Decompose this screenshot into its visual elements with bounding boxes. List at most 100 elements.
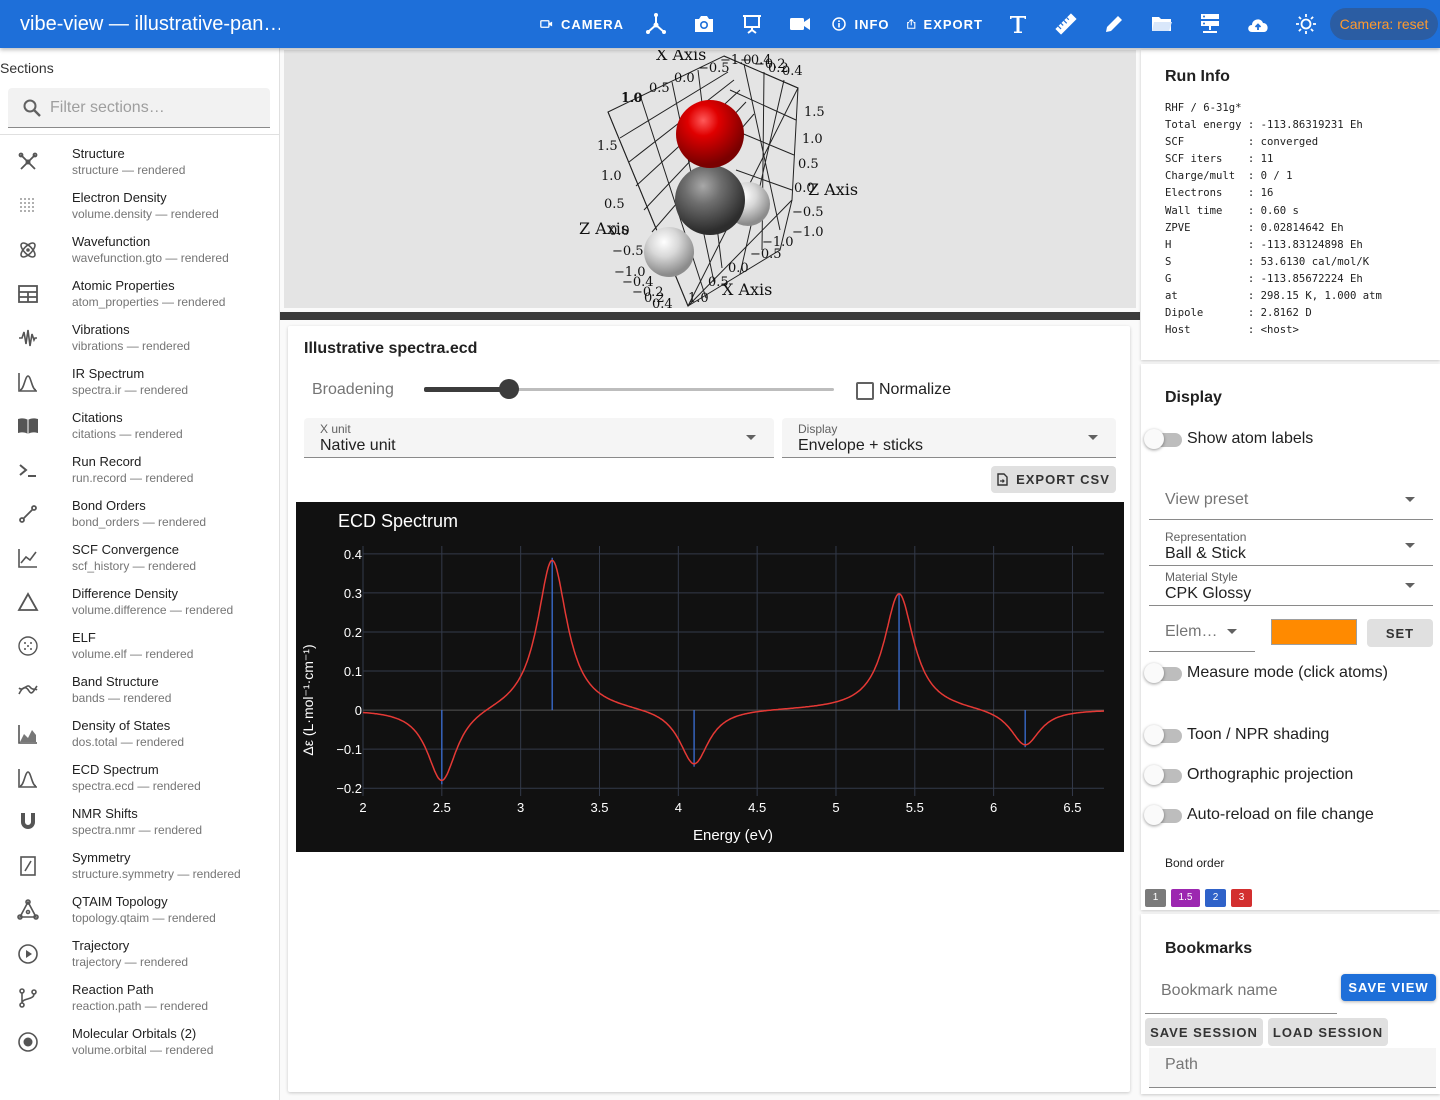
measure-mode-toggle[interactable] (1144, 663, 1182, 683)
sidebar-item-difference-density[interactable]: Difference Density volume.difference — re… (0, 582, 279, 626)
show-atom-labels-label[interactable]: Show atom labels (1187, 430, 1313, 448)
sidebar-item-reaction-path[interactable]: Reaction Path reaction.path — rendered (0, 978, 279, 1022)
carbon-atom[interactable] (675, 165, 745, 235)
export-csv-button[interactable]: EXPORT CSV (991, 466, 1116, 493)
broadening-slider-thumb[interactable] (499, 379, 519, 399)
element-color-swatch[interactable] (1271, 619, 1357, 645)
sidebar-item-trajectory[interactable]: Trajectory trajectory — rendered (0, 934, 279, 978)
svg-text:0.5: 0.5 (604, 197, 625, 212)
info-button[interactable]: INFO (832, 0, 890, 48)
material-style-select[interactable]: Material Style CPK Glossy (1149, 566, 1433, 606)
sidebar-item-label: IR Spectrum (72, 366, 145, 381)
videocam-icon (790, 18, 810, 30)
camera-reset-chip[interactable]: Camera: reset (1330, 8, 1438, 40)
sidebar-item-band-structure[interactable]: Band Structure bands — rendered (0, 670, 279, 714)
sidebar-item-qtaim-topology[interactable]: QTAIM Topology topology.qtaim — rendered (0, 890, 279, 934)
record-button[interactable] (786, 0, 814, 48)
pencil-button[interactable] (1100, 0, 1128, 48)
sidebar-item-molecular-orbitals-2[interactable]: Molecular Orbitals (2) volume.orbital — r… (0, 1022, 279, 1066)
sidebar-item-label: NMR Shifts (72, 806, 138, 821)
view-preset-select[interactable]: View preset (1149, 480, 1433, 520)
sidebar-item-ecd-spectrum[interactable]: ECD Spectrum spectra.ecd — rendered (0, 758, 279, 802)
x-unit-select[interactable]: X unit Native unit (304, 418, 774, 458)
ruler-icon (1055, 13, 1077, 35)
text-button[interactable] (1004, 0, 1032, 48)
representation-value: Ball & Stick (1165, 545, 1246, 562)
sidebar-item-bond-orders[interactable]: Bond Orders bond_orders — rendered (0, 494, 279, 538)
section-filter[interactable] (8, 88, 270, 128)
material-style-caption: Material Style (1165, 570, 1238, 584)
sidebar-item-nmr-shifts[interactable]: NMR Shifts spectra.nmr — rendered (0, 802, 279, 846)
sidebar-item-density-of-states[interactable]: Density of States dos.total — rendered (0, 714, 279, 758)
ecd-chart[interactable]: ECD Spectrum Energy (eV) Δε (L·mol⁻¹·cm⁻… (296, 502, 1124, 852)
sidebar-item-label: Molecular Orbitals (2) (72, 1026, 197, 1041)
molecule-viewer[interactable]: X Axis Z Axis Z Axis X Axis 1.0 1.5 1.0 … (284, 50, 1136, 308)
sidebar-item-ir-spectrum[interactable]: IR Spectrum spectra.ir — rendered (0, 362, 279, 406)
save-session-button[interactable]: SAVE SESSION (1145, 1018, 1263, 1046)
theme-button[interactable] (1292, 0, 1320, 48)
viewer-resize-bar[interactable] (280, 312, 1140, 320)
open-folder-button[interactable] (1148, 0, 1176, 48)
axes-button[interactable] (642, 0, 670, 48)
sidebar-item-scf-convergence[interactable]: SCF Convergence scf_history — rendered (0, 538, 279, 582)
oxygen-atom[interactable] (676, 100, 744, 168)
auto-reload-toggle[interactable] (1144, 805, 1182, 825)
show-atom-labels-toggle[interactable] (1144, 429, 1182, 449)
run-info-line: H : -113.83124898 Eh (1165, 238, 1363, 251)
toon-shading-label[interactable]: Toon / NPR shading (1187, 726, 1329, 744)
svg-text:−0.5: −0.5 (698, 61, 730, 76)
ruler-button[interactable] (1052, 0, 1080, 48)
cloud-upload-button[interactable] (1244, 0, 1272, 48)
bond-order-chip-1-5[interactable]: 1.5 (1171, 889, 1200, 907)
measure-mode-label[interactable]: Measure mode (click atoms) (1187, 664, 1388, 682)
sidebar-item-wavefunction[interactable]: Wavefunction wavefunction.gto — rendered (0, 230, 279, 274)
screenshot-button[interactable] (690, 0, 718, 48)
bond-order-chip-1[interactable]: 1 (1145, 889, 1166, 907)
bond-order-chip-2[interactable]: 2 (1205, 889, 1226, 907)
text-icon (1010, 16, 1026, 33)
sidebar-item-symmetry[interactable]: Symmetry structure.symmetry — rendered (0, 846, 279, 890)
display-mode-select[interactable]: Display Envelope + sticks (782, 418, 1116, 458)
auto-reload-label[interactable]: Auto-reload on file change (1187, 806, 1374, 824)
section-filter-input[interactable] (50, 96, 260, 120)
video-camera-icon (540, 20, 553, 28)
sidebar-item-vibrations[interactable]: Vibrations vibrations — rendered (0, 318, 279, 362)
session-path-input[interactable] (1165, 1056, 1335, 1074)
session-path-field[interactable] (1149, 1048, 1436, 1088)
orthographic-toggle[interactable] (1144, 765, 1182, 785)
display-mode-caption: Display (798, 422, 838, 436)
sidebar-item-atomic-properties[interactable]: Atomic Properties atom_properties — rende… (0, 274, 279, 318)
normalize-label[interactable]: Normalize (879, 381, 951, 399)
bookmark-name-field[interactable] (1145, 974, 1337, 1014)
hydrogen-atom-front[interactable] (644, 227, 694, 277)
orthographic-label[interactable]: Orthographic projection (1187, 766, 1353, 784)
sidebar-item-electron-density[interactable]: Electron Density volume.density — rendere… (0, 186, 279, 230)
svg-text:0.5: 0.5 (708, 275, 729, 290)
bond-order-chip-3[interactable]: 3 (1231, 889, 1252, 907)
sidebar-item-elf[interactable]: ELF volume.elf — rendered (0, 626, 279, 670)
element-select[interactable]: Elem… (1149, 612, 1255, 652)
svg-text:0.5: 0.5 (649, 81, 670, 96)
representation-select[interactable]: Representation Ball & Stick (1149, 526, 1433, 566)
sidebar-item-citations[interactable]: Citations citations — rendered (0, 406, 279, 450)
svg-text:−0.5: −0.5 (612, 244, 644, 259)
export-button[interactable]: EXPORT (907, 0, 983, 48)
sidebar-item-subtitle: structure — rendered (72, 163, 186, 177)
toon-shading-toggle[interactable] (1144, 725, 1182, 745)
presentation-button[interactable] (738, 0, 766, 48)
chart-x-tick-label: 2 (359, 800, 366, 815)
bookmark-name-input[interactable] (1161, 982, 1331, 1000)
sidebar-item-run-record[interactable]: Run Record run.record — rendered (0, 450, 279, 494)
save-view-button[interactable]: SAVE VIEW (1341, 974, 1436, 1001)
molecule-3d-scene[interactable]: X Axis Z Axis Z Axis X Axis 1.0 1.5 1.0 … (284, 50, 1136, 308)
ecd-chart-svg[interactable]: ECD Spectrum Energy (eV) Δε (L·mol⁻¹·cm⁻… (296, 502, 1124, 852)
sidebar-item-structure[interactable]: Structure structure — rendered (0, 142, 279, 186)
normalize-checkbox[interactable] (856, 382, 874, 400)
set-color-button[interactable]: SET (1367, 619, 1433, 647)
server-button[interactable] (1196, 0, 1224, 48)
chart-x-tick-labels: 2 2.5 3 3.5 4 4.5 5 5.5 6 6.5 (359, 800, 1081, 815)
sidebar-item-label: Symmetry (72, 850, 131, 865)
camera-button[interactable]: CAMERA (540, 0, 624, 48)
sidebar-item-label: Electron Density (72, 190, 167, 205)
load-session-button[interactable]: LOAD SESSION (1268, 1018, 1388, 1046)
